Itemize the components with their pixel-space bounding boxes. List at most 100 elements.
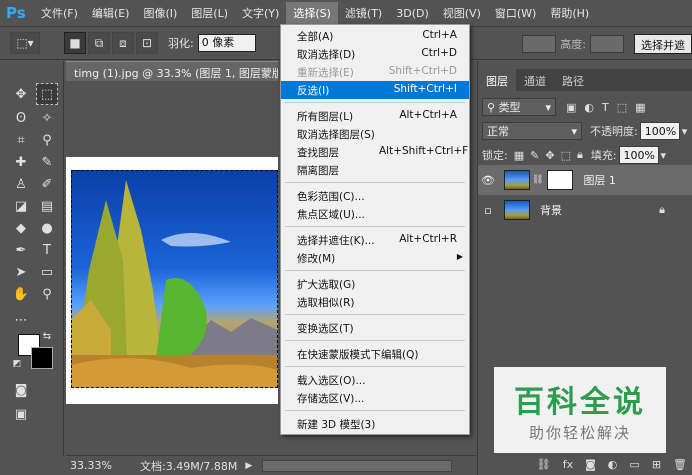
menu-view[interactable]: 视图(V)	[436, 2, 488, 24]
magic-wand-tool-icon[interactable]: ✧	[36, 107, 58, 129]
visibility-toggle[interactable]: ▫	[478, 204, 498, 217]
blur-tool-icon[interactable]: ◆	[10, 217, 32, 239]
tab-channels[interactable]: 通道	[516, 69, 554, 91]
smart-object-filter-icon[interactable]: ▦	[635, 101, 645, 114]
menu-item-inverse[interactable]: 反选(I) Shift+Ctrl+I	[281, 81, 469, 99]
crop-tool-icon[interactable]: ⌗	[10, 129, 32, 151]
opacity-input[interactable]: 100%	[639, 122, 680, 140]
menu-3d[interactable]: 3D(D)	[389, 4, 436, 23]
add-to-selection-icon[interactable]: ⧉	[88, 32, 110, 54]
menu-item-grow[interactable]: 扩大选取(G)	[281, 275, 469, 293]
menu-item-select-and-mask[interactable]: 选择并遮住(K)... Alt+Ctrl+R	[281, 231, 469, 249]
lock-all-icon[interactable]: 🔒︎	[577, 148, 583, 162]
healing-brush-tool-icon[interactable]: ✚	[10, 151, 32, 173]
link-layers-icon[interactable]: ⛓︎	[537, 458, 551, 471]
subtract-from-selection-icon[interactable]: ⧈	[112, 32, 134, 54]
lock-position-icon[interactable]: ✥	[545, 149, 554, 162]
brush-tool-icon[interactable]: ✎	[36, 151, 58, 173]
feather-input[interactable]: 0 像素	[197, 34, 256, 52]
type-tool-icon[interactable]: T	[36, 239, 58, 261]
gradient-tool-icon[interactable]: ▤	[36, 195, 58, 217]
menu-item-similar[interactable]: 选取相似(R)	[281, 293, 469, 311]
menu-item-isolate-layers[interactable]: 隔离图层	[281, 161, 469, 179]
eye-icon[interactable]: 👁︎	[478, 174, 498, 187]
eraser-tool-icon[interactable]: ◪	[10, 195, 32, 217]
swap-colors-icon[interactable]: ⇆	[40, 329, 54, 343]
quick-mask-icon[interactable]: ◙	[10, 379, 32, 401]
tab-paths[interactable]: 路径	[554, 69, 592, 91]
chevron-down-icon[interactable]: ▾	[661, 149, 667, 162]
select-and-mask-button[interactable]: 选择并遮	[634, 34, 692, 54]
menu-item-load-selection[interactable]: 载入选区(O)...	[281, 371, 469, 389]
layer-row[interactable]: ▫ 背景 🔒︎	[478, 195, 692, 225]
status-menu-arrow-icon[interactable]: ▶	[245, 461, 252, 471]
chevron-down-icon[interactable]: ▾	[682, 125, 688, 138]
layer-filter-dropdown[interactable]: ⚲ 类型 ▾	[482, 98, 556, 116]
marquee-tool-icon[interactable]: ⬚	[36, 83, 58, 105]
menu-item-focus-area[interactable]: 焦点区域(U)...	[281, 205, 469, 223]
menu-item-all-layers[interactable]: 所有图层(L) Alt+Ctrl+A	[281, 107, 469, 125]
pen-tool-icon[interactable]: ✒	[10, 239, 32, 261]
adjustment-filter-icon[interactable]: ◐	[584, 101, 594, 114]
new-selection-icon[interactable]: ■	[64, 32, 86, 54]
menu-type[interactable]: 文字(Y)	[235, 2, 286, 24]
eyedropper-tool-icon[interactable]: ⚲	[36, 129, 58, 151]
zoom-level[interactable]: 33.33%	[70, 459, 112, 472]
menu-item-transform-selection[interactable]: 变换选区(T)	[281, 319, 469, 337]
intersect-selection-icon[interactable]: ⊡	[136, 32, 158, 54]
move-tool-icon[interactable]: ✥	[10, 83, 32, 105]
clone-stamp-tool-icon[interactable]: ♙	[10, 173, 32, 195]
height-field[interactable]	[590, 35, 624, 53]
new-layer-icon[interactable]: ⊞	[652, 458, 661, 471]
lock-image-icon[interactable]: ✎	[530, 149, 539, 162]
menu-help[interactable]: 帮助(H)	[543, 2, 596, 24]
default-colors-icon[interactable]: ◩	[10, 357, 24, 371]
menu-select[interactable]: 选择(S)	[286, 2, 338, 24]
menu-item-save-selection[interactable]: 存储选区(V)...	[281, 389, 469, 407]
layer-mask-thumbnail[interactable]	[547, 170, 574, 190]
menu-item-quick-mask[interactable]: 在快速蒙版模式下编辑(Q)	[281, 345, 469, 363]
menu-layer[interactable]: 图层(L)	[184, 2, 235, 24]
layer-row[interactable]: 👁︎ ⛓︎ 图层 1	[478, 165, 692, 195]
fill-input[interactable]: 100%	[618, 146, 659, 164]
document-tab[interactable]: timg (1).jpg @ 33.3% (图层 1, 图层蒙版/8)	[66, 61, 278, 81]
menu-file[interactable]: 文件(F)	[34, 2, 85, 24]
more-tools-icon[interactable]: ⋯	[10, 309, 32, 331]
menu-image[interactable]: 图像(I)	[136, 2, 184, 24]
delete-layer-icon[interactable]: 🗑︎	[673, 458, 687, 471]
history-brush-tool-icon[interactable]: ✐	[36, 173, 58, 195]
lock-transparency-icon[interactable]: ▦	[514, 149, 524, 162]
menu-item-new-3d-extrusion[interactable]: 新建 3D 模型(3)	[281, 415, 469, 433]
layer-style-icon[interactable]: fx	[563, 458, 573, 471]
menu-item-modify[interactable]: 修改(M) ▶	[281, 249, 469, 267]
width-field[interactable]	[522, 35, 557, 53]
shape-filter-icon[interactable]: ⬚	[617, 101, 627, 114]
lasso-tool-icon[interactable]: ʘ	[10, 107, 32, 129]
menu-filter[interactable]: 滤镜(T)	[338, 2, 389, 24]
dodge-tool-icon[interactable]: ●	[36, 217, 58, 239]
rectangle-tool-icon[interactable]: ▭	[36, 261, 58, 283]
adjustment-layer-icon[interactable]: ◐	[608, 458, 618, 471]
pixel-filter-icon[interactable]: ▣	[566, 101, 576, 114]
menu-item-deselect-layers[interactable]: 取消选择图层(S)	[281, 125, 469, 143]
menu-window[interactable]: 窗口(W)	[488, 2, 543, 24]
tab-layers[interactable]: 图层	[478, 69, 516, 91]
path-selection-tool-icon[interactable]: ➤	[10, 261, 32, 283]
menu-item-select-all[interactable]: 全部(A) Ctrl+A	[281, 27, 469, 45]
add-mask-icon[interactable]: ◙	[585, 458, 596, 471]
screen-mode-icon[interactable]: ▣	[10, 403, 32, 425]
new-group-icon[interactable]: ▭	[629, 458, 639, 471]
horizontal-scrollbar[interactable]	[262, 459, 453, 472]
blend-mode-dropdown[interactable]: 正常 ▾	[482, 122, 582, 140]
lock-artboard-icon[interactable]: ⬚	[561, 149, 571, 162]
menu-item-find-layers[interactable]: 查找图层 Alt+Shift+Ctrl+F	[281, 143, 469, 161]
type-filter-icon[interactable]: T	[602, 101, 609, 114]
hand-tool-icon[interactable]: ✋	[10, 283, 32, 305]
menu-item-color-range[interactable]: 色彩范围(C)...	[281, 187, 469, 205]
tool-preset-picker[interactable]: ⬚▾	[10, 32, 40, 54]
menu-edit[interactable]: 编辑(E)	[85, 2, 137, 24]
menu-item-deselect[interactable]: 取消选择(D) Ctrl+D	[281, 45, 469, 63]
background-color-swatch[interactable]	[31, 347, 53, 369]
chain-link-icon[interactable]: ⛓︎	[532, 175, 543, 185]
zoom-tool-icon[interactable]: ⚲	[36, 283, 58, 305]
